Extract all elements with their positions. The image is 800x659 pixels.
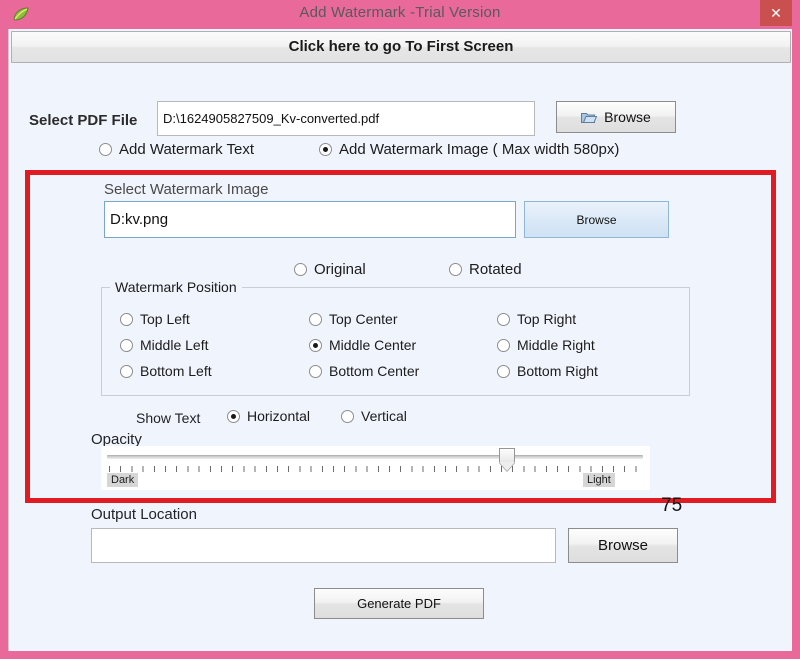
radio-dot [449,263,462,276]
radio-label: Vertical [361,408,407,424]
radio-label: Rotated [469,261,522,278]
radio-top-center[interactable]: Top Center [309,311,397,327]
radio-dot [120,364,133,378]
pdf-browse-button[interactable]: Browse [556,101,676,133]
radio-label: Bottom Right [517,363,598,379]
radio-dot [309,338,322,352]
radio-bottom-right[interactable]: Bottom Right [497,363,598,379]
radio-label: Top Right [517,311,577,327]
window-title: Add Watermark -Trial Version [299,4,501,21]
slider-track[interactable] [107,455,643,459]
radio-middle-center[interactable]: Middle Center [309,337,416,353]
pdf-file-input[interactable] [157,101,535,136]
radio-dot [497,338,510,352]
show-text-label: Show Text [136,410,201,426]
generate-pdf-button[interactable]: Generate PDF [314,588,484,619]
radio-label: Middle Right [517,337,595,353]
radio-label: Original [314,261,366,278]
slider-thumb-tip [499,462,515,471]
radio-bottom-center[interactable]: Bottom Center [309,363,419,379]
slider-thumb[interactable] [499,448,515,472]
client-area: Click here to go To First Screen Select … [8,29,792,651]
folder-icon [581,111,598,124]
opacity-value: 75 [661,495,683,516]
output-browse-label: Browse [597,537,649,554]
watermark-browse-label: Browse [576,212,617,227]
watermark-position-legend: Watermark Position [110,279,242,295]
slider-thumb-body [499,448,515,463]
radio-dot [497,312,510,326]
radio-label: Top Left [140,311,190,327]
output-location-input[interactable] [91,528,556,563]
opacity-slider[interactable]: Dark Light [101,446,650,490]
radio-dot [227,409,240,423]
radio-middle-left[interactable]: Middle Left [120,337,208,353]
title-bar: Add Watermark -Trial Version ✕ [0,0,800,29]
select-pdf-file-label: Select PDF File [29,112,138,129]
radio-middle-right[interactable]: Middle Right [497,337,595,353]
select-watermark-image-label: Select Watermark Image [104,181,269,198]
pdf-browse-label: Browse [604,109,651,125]
radio-label: Bottom Left [140,363,212,379]
radio-original[interactable]: Original [294,261,366,278]
output-browse-button[interactable]: Browse [568,528,678,563]
radio-dot [309,364,322,378]
watermark-image-input[interactable] [104,201,516,238]
close-icon[interactable]: ✕ [760,0,792,26]
radio-dot [120,312,133,326]
radio-label: Add Watermark Text [119,141,255,158]
slider-max-label: Light [583,473,615,487]
radio-label: Bottom Center [329,363,420,379]
radio-dot [120,338,133,352]
radio-vertical[interactable]: Vertical [341,408,407,424]
watermark-image-browse-button[interactable]: Browse [524,201,669,238]
application-window: Add Watermark -Trial Version ✕ Click her… [0,0,800,659]
slider-ticks [109,466,641,472]
radio-dot [309,312,322,326]
watermark-position-group: Watermark Position Top Left Middle Left … [101,279,690,396]
radio-dot [319,143,332,156]
radio-label: Horizontal [247,408,311,424]
radio-horizontal[interactable]: Horizontal [227,408,310,424]
radio-dot [341,409,354,423]
go-to-first-screen-button[interactable]: Click here to go To First Screen [11,31,791,63]
radio-add-watermark-text[interactable]: Add Watermark Text [99,141,254,158]
radio-rotated[interactable]: Rotated [449,261,522,278]
radio-dot [497,364,510,378]
radio-dot [294,263,307,276]
radio-top-right[interactable]: Top Right [497,311,576,327]
output-location-label: Output Location [91,506,197,523]
radio-top-left[interactable]: Top Left [120,311,190,327]
radio-add-watermark-image[interactable]: Add Watermark Image ( Max width 580px) [319,141,619,158]
radio-bottom-left[interactable]: Bottom Left [120,363,212,379]
radio-dot [99,143,112,156]
radio-label: Middle Center [329,337,417,353]
slider-min-label: Dark [107,473,139,487]
radio-label: Middle Left [140,337,209,353]
radio-label: Add Watermark Image ( Max width 580px) [339,141,620,158]
radio-label: Top Center [329,311,398,327]
generate-pdf-label: Generate PDF [357,596,441,611]
